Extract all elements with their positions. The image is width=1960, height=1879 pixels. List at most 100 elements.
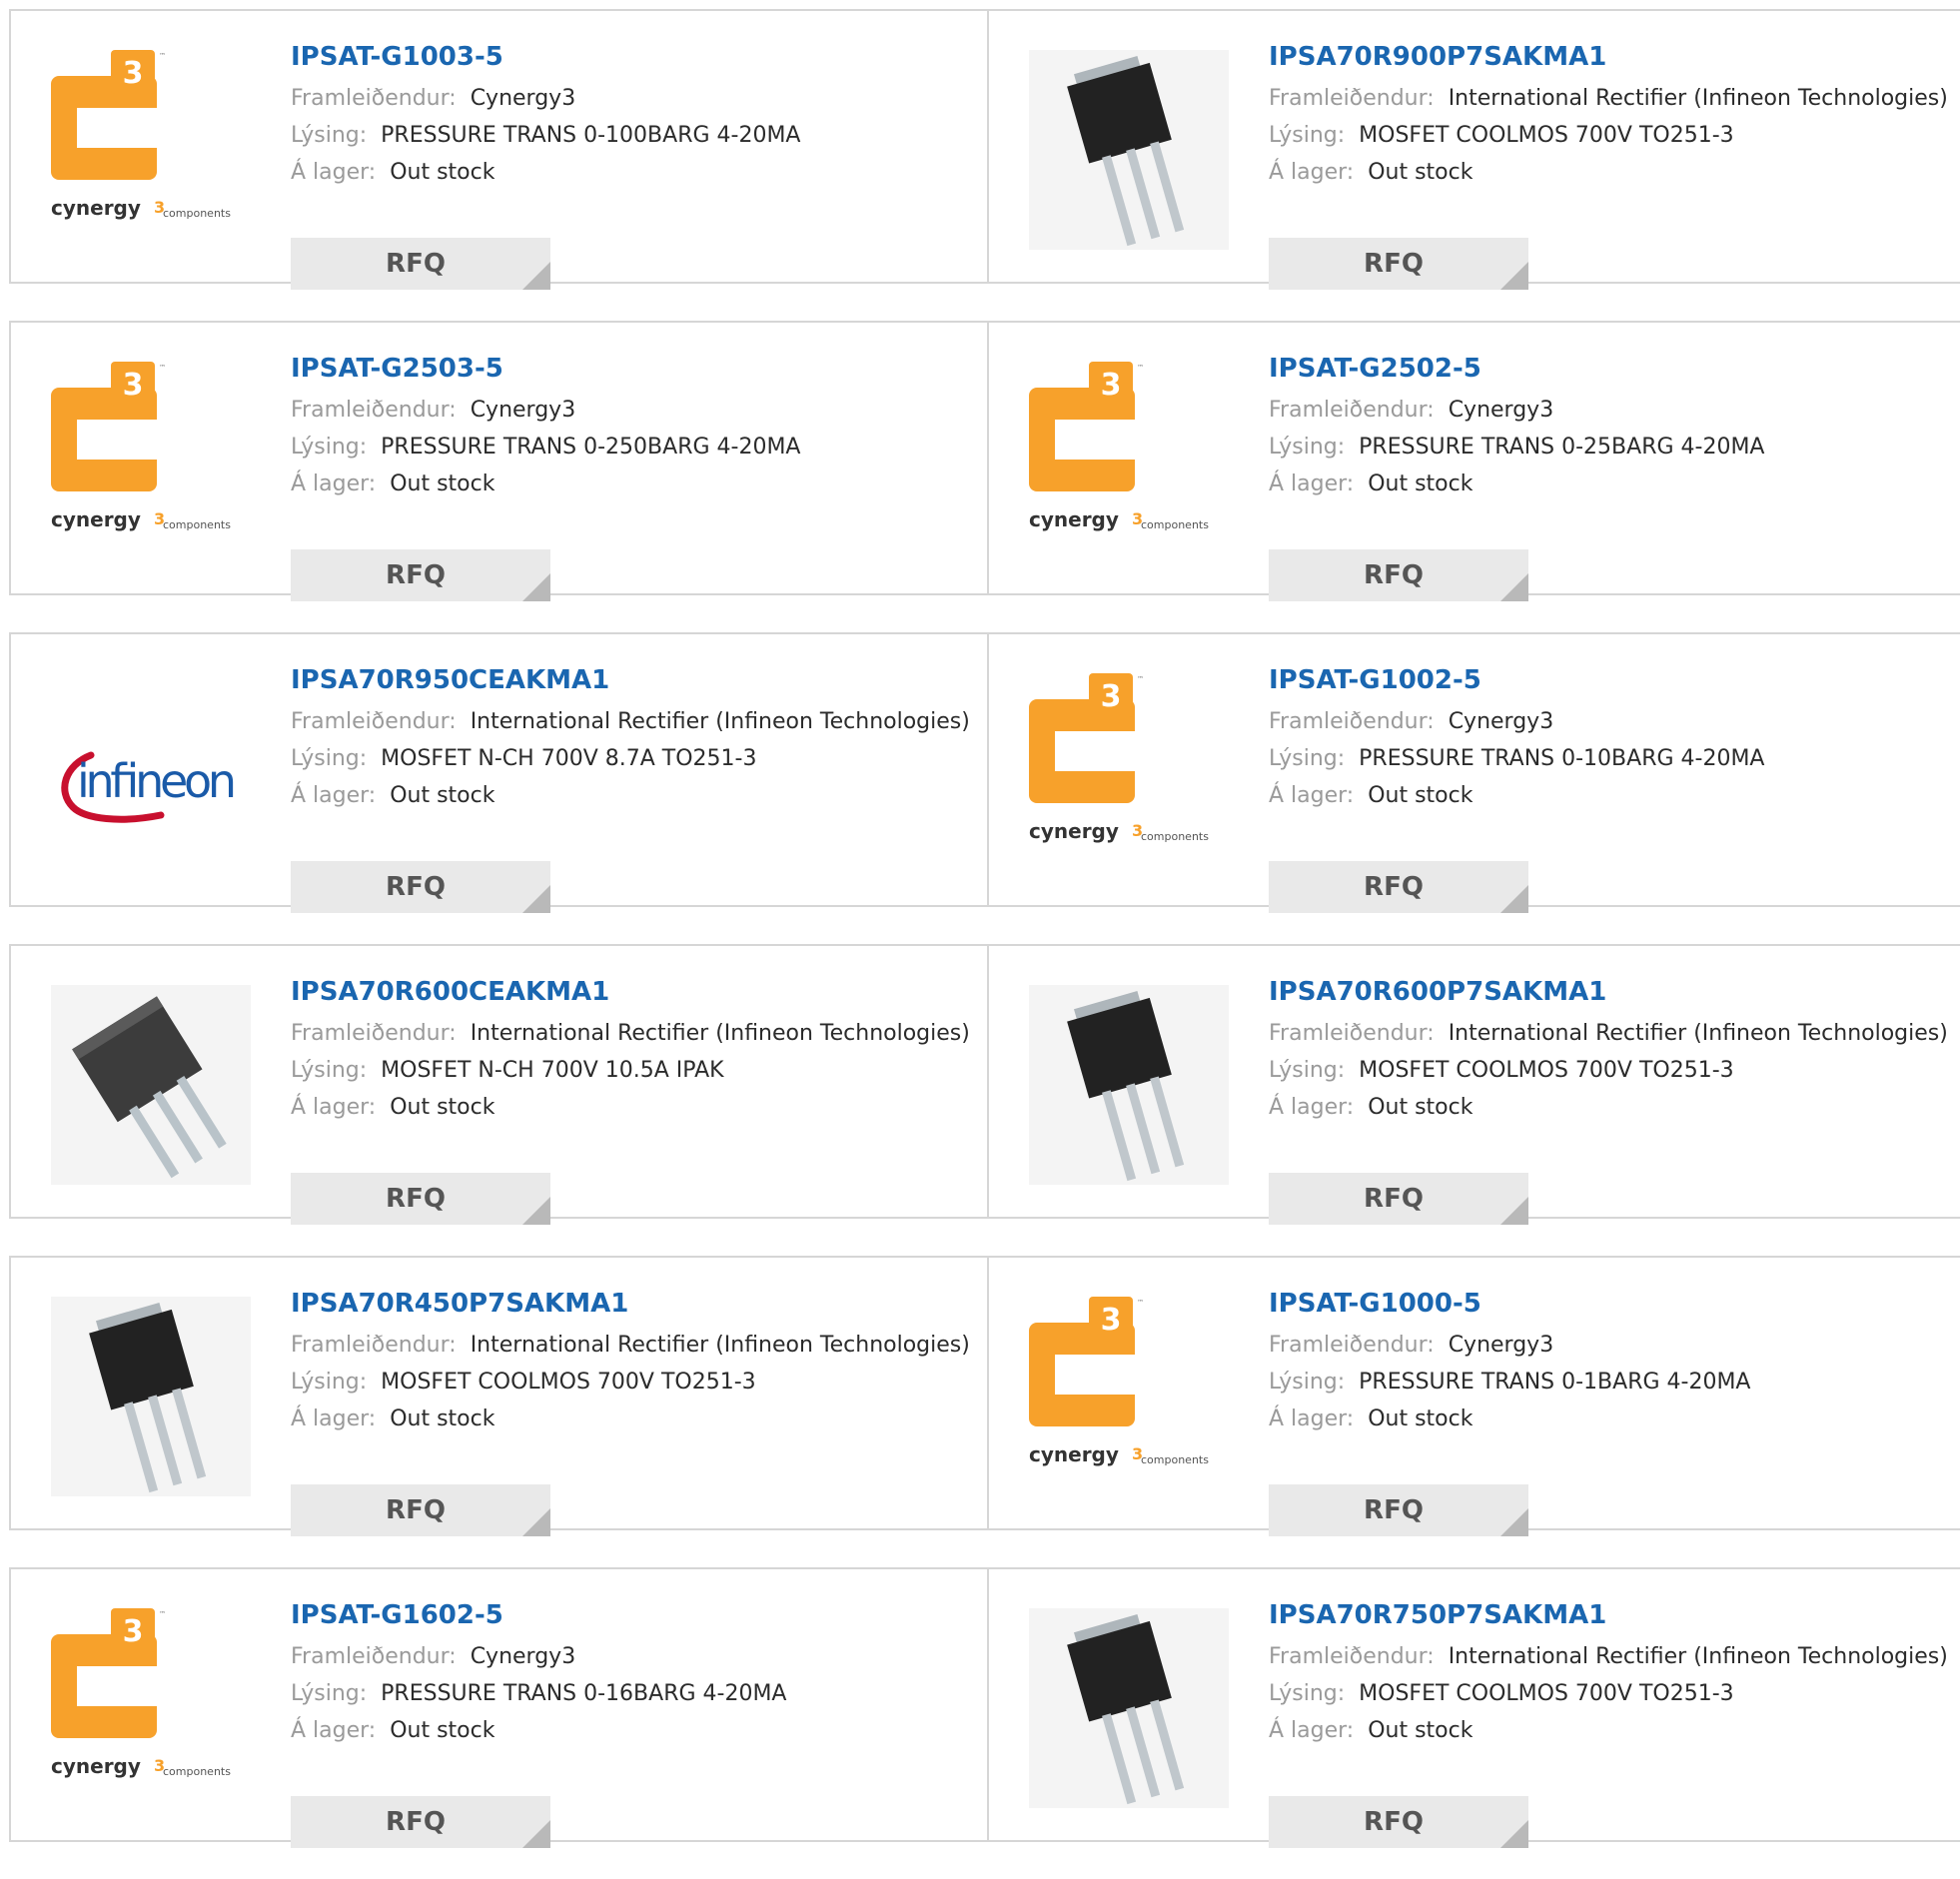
svg-text:cynergy: cynergy (1029, 507, 1119, 531)
description-value: MOSFET N-CH 700V 10.5A IPAK (381, 1058, 724, 1083)
stock-line: Á lager: Out stock (291, 1717, 987, 1754)
svg-text:components: components (163, 1765, 231, 1778)
rfq-button[interactable]: RFQ (291, 861, 550, 913)
rfq-button[interactable]: RFQ (291, 1173, 550, 1225)
rfq-button[interactable]: RFQ (291, 549, 550, 601)
product-image[interactable] (51, 1297, 251, 1496)
product-image[interactable]: 3 ™ cynergy 3 components (51, 1608, 251, 1808)
stock-label: Á lager: (1269, 1718, 1355, 1743)
product-info: IPSAT-G1000-5 Framleiðendur: Cynergy3 Lýs… (1269, 1287, 1960, 1536)
rfq-button[interactable]: RFQ (1269, 1796, 1528, 1848)
rfq-corner-decoration (1500, 885, 1528, 913)
svg-text:3: 3 (123, 1614, 144, 1649)
stock-value: Out stock (1368, 160, 1473, 185)
rfq-button[interactable]: RFQ (291, 238, 550, 290)
stock-label: Á lager: (291, 1718, 377, 1743)
rfq-button[interactable]: RFQ (1269, 1173, 1528, 1225)
product-card: IPSA70R750P7SAKMA1 Framleiðendur: Interna… (987, 1569, 1960, 1848)
part-number-link[interactable]: IPSA70R750P7SAKMA1 (1269, 1598, 1960, 1632)
product-image[interactable]: 3 ™ cynergy 3 components (1029, 1297, 1229, 1496)
product-info: IPSA70R750P7SAKMA1 Framleiðendur: Interna… (1269, 1598, 1960, 1848)
stock-line: Á lager: Out stock (291, 159, 987, 196)
stock-value: Out stock (1368, 1095, 1473, 1120)
rfq-button[interactable]: RFQ (291, 1484, 550, 1536)
svg-text:™: ™ (159, 52, 166, 60)
description-value: MOSFET N-CH 700V 8.7A TO251-3 (381, 746, 757, 771)
product-image[interactable]: 3 ™ cynergy 3 components (51, 362, 251, 561)
manufacturer-line: Framleiðendur: International Rectifier (I… (291, 1332, 987, 1369)
manufacturer-line: Framleiðendur: Cynergy3 (1269, 397, 1960, 434)
svg-text:components: components (163, 518, 231, 531)
stock-value: Out stock (1368, 471, 1473, 496)
rfq-button[interactable]: RFQ (1269, 861, 1528, 913)
rfq-button-label: RFQ (386, 872, 446, 902)
stock-line: Á lager: Out stock (291, 782, 987, 819)
manufacturer-value: International Rectifier (Infineon Techno… (1448, 1021, 1948, 1046)
description-value: PRESSURE TRANS 0-250BARG 4-20MA (381, 435, 801, 460)
rfq-corner-decoration (522, 1820, 550, 1848)
stock-line: Á lager: Out stock (1269, 159, 1960, 196)
product-image[interactable]: infineon (51, 673, 251, 873)
manufacturer-value: Cynergy3 (1448, 709, 1554, 734)
manufacturer-value: Cynergy3 (1448, 1333, 1554, 1358)
product-info: IPSA70R900P7SAKMA1 Framleiðendur: Interna… (1269, 40, 1960, 290)
svg-text:™: ™ (159, 364, 166, 372)
manufacturer-line: Framleiðendur: Cynergy3 (291, 1643, 987, 1680)
rfq-corner-decoration (522, 573, 550, 601)
part-number-link[interactable]: IPSA70R900P7SAKMA1 (1269, 40, 1960, 74)
svg-text:components: components (1141, 518, 1209, 531)
part-number-link[interactable]: IPSA70R600P7SAKMA1 (1269, 975, 1960, 1009)
rfq-button[interactable]: RFQ (291, 1796, 550, 1848)
description-line: Lýsing: PRESSURE TRANS 0-1BARG 4-20MA (1269, 1369, 1960, 1406)
rfq-corner-decoration (522, 1197, 550, 1225)
product-image[interactable] (1029, 985, 1229, 1185)
stock-label: Á lager: (291, 1407, 377, 1431)
product-image[interactable] (1029, 50, 1229, 250)
product-card: 3 ™ cynergy 3 components IPSAT-G2503-5 Framl… (11, 323, 987, 601)
transistor-package-icon (1029, 1608, 1229, 1808)
description-line: Lýsing: PRESSURE TRANS 0-25BARG 4-20MA (1269, 434, 1960, 470)
description-label: Lýsing: (291, 1058, 368, 1083)
product-image[interactable]: 3 ™ cynergy 3 components (1029, 362, 1229, 561)
manufacturer-label: Framleiðendur: (291, 1021, 457, 1046)
stock-value: Out stock (390, 160, 495, 185)
product-info: IPSAT-G2502-5 Framleiðendur: Cynergy3 Lýs… (1269, 352, 1960, 601)
rfq-button[interactable]: RFQ (1269, 238, 1528, 290)
product-row: IPSA70R450P7SAKMA1 Framleiðendur: Interna… (9, 1256, 1960, 1536)
part-number-link[interactable]: IPSA70R600CEAKMA1 (291, 975, 987, 1009)
rfq-button[interactable]: RFQ (1269, 1484, 1528, 1536)
product-card: 3 ™ cynergy 3 components IPSAT-G2502-5 Framl… (987, 323, 1960, 601)
product-info: IPSAT-G2503-5 Framleiðendur: Cynergy3 Lýs… (291, 352, 987, 601)
rfq-button[interactable]: RFQ (1269, 549, 1528, 601)
part-number-link[interactable]: IPSA70R450P7SAKMA1 (291, 1287, 987, 1321)
product-image[interactable] (51, 985, 251, 1185)
product-info: IPSA70R950CEAKMA1 Framleiðendur: Internat… (291, 663, 987, 913)
part-number-link[interactable]: IPSAT-G1002-5 (1269, 663, 1960, 697)
product-info: IPSAT-G1003-5 Framleiðendur: Cynergy3 Lýs… (291, 40, 987, 290)
svg-text:3: 3 (123, 368, 144, 403)
transistor-package-icon (1029, 50, 1229, 250)
product-image[interactable] (1029, 1608, 1229, 1808)
description-line: Lýsing: PRESSURE TRANS 0-100BARG 4-20MA (291, 122, 987, 159)
stock-line: Á lager: Out stock (291, 1094, 987, 1131)
rfq-corner-decoration (1500, 1197, 1528, 1225)
manufacturer-value: Cynergy3 (470, 86, 576, 111)
description-line: Lýsing: PRESSURE TRANS 0-10BARG 4-20MA (1269, 745, 1960, 782)
cynergy3-logo-icon: 3 ™cynergy 3components (1029, 1297, 1209, 1466)
product-card: 3 ™ cynergy 3 components IPSAT-G1000-5 Framl… (987, 1258, 1960, 1536)
part-number-link[interactable]: IPSAT-G2503-5 (291, 352, 987, 386)
part-number-link[interactable]: IPSAT-G1003-5 (291, 40, 987, 74)
manufacturer-value: Cynergy3 (1448, 398, 1554, 423)
svg-text:components: components (163, 207, 231, 220)
manufacturer-line: Framleiðendur: Cynergy3 (1269, 708, 1960, 745)
manufacturer-label: Framleiðendur: (1269, 398, 1435, 423)
part-number-link[interactable]: IPSAT-G1000-5 (1269, 1287, 1960, 1321)
stock-value: Out stock (390, 1095, 495, 1120)
description-value: MOSFET COOLMOS 700V TO251-3 (1359, 1681, 1734, 1706)
part-number-link[interactable]: IPSAT-G1602-5 (291, 1598, 987, 1632)
product-image[interactable]: 3 ™ cynergy 3 components (1029, 673, 1229, 873)
description-value: PRESSURE TRANS 0-25BARG 4-20MA (1359, 435, 1765, 460)
part-number-link[interactable]: IPSA70R950CEAKMA1 (291, 663, 987, 697)
product-image[interactable]: 3 ™ cynergy 3 components (51, 50, 251, 250)
part-number-link[interactable]: IPSAT-G2502-5 (1269, 352, 1960, 386)
